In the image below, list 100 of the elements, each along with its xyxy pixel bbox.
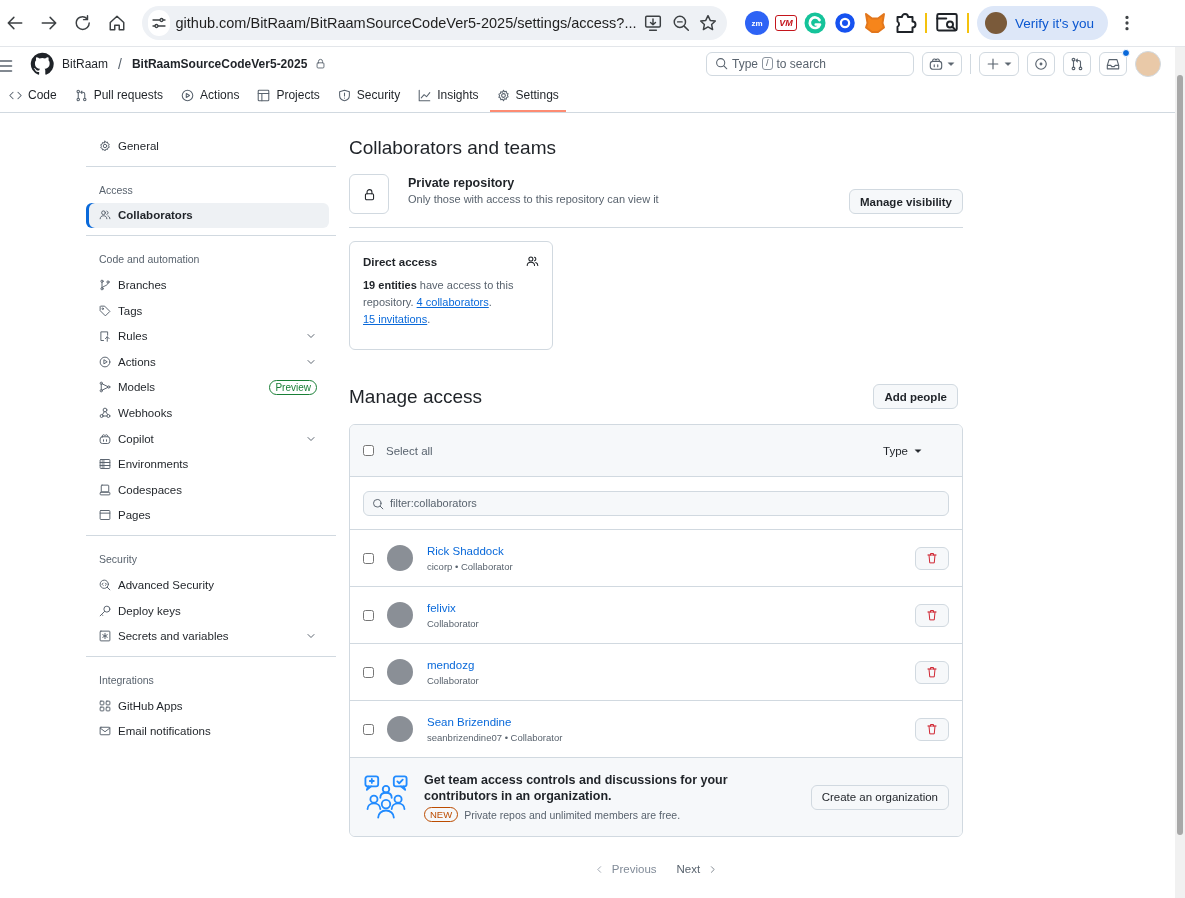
copilot-button[interactable] [922, 51, 962, 76]
team-chat-drawing [364, 775, 408, 819]
extension-icon[interactable]: zm [745, 11, 769, 35]
row-checkbox[interactable] [363, 552, 374, 564]
sidebar-item[interactable]: Pages [86, 502, 329, 529]
repo-tab[interactable]: Code [2, 80, 64, 112]
robot-icon [929, 56, 943, 71]
issues-button[interactable] [1027, 51, 1055, 76]
back-icon[interactable] [6, 14, 24, 32]
manage-visibility-button[interactable]: Manage visibility [848, 189, 963, 214]
remove-button[interactable] [915, 603, 949, 627]
repo-tab[interactable]: Settings [489, 80, 566, 112]
asterisk-icon [99, 630, 111, 643]
sidebar-item[interactable]: Environments [86, 451, 329, 477]
next-page-button[interactable]: Next [672, 863, 722, 875]
zoom-icon[interactable] [671, 14, 690, 32]
site-settings-icon [150, 15, 167, 31]
lock-icon [362, 187, 376, 201]
sidebar-item[interactable]: Branches [86, 272, 329, 298]
sidebar-item[interactable]: Webhooks [86, 400, 329, 426]
sidebar-item[interactable]: Secrets and variables [86, 623, 329, 649]
row-checkbox[interactable] [363, 609, 374, 621]
row-checkbox[interactable] [363, 723, 374, 735]
sidebar-item[interactable]: Models Preview [86, 374, 329, 401]
repo-tab[interactable]: Pull requests [67, 80, 171, 112]
key-icon [99, 604, 111, 617]
create-organization-button[interactable]: Create an organization [810, 784, 949, 810]
reload-icon[interactable] [74, 14, 92, 32]
avatar [387, 602, 413, 628]
table-icon [257, 88, 271, 102]
install-icon[interactable] [644, 14, 663, 32]
scrollbar[interactable] [1175, 47, 1185, 898]
repo-tab[interactable]: Projects [250, 80, 327, 112]
sidebar-item[interactable]: Copilot [86, 425, 329, 452]
pull-requests-button[interactable] [1063, 51, 1091, 76]
remove-button[interactable] [915, 660, 949, 684]
repo-tab[interactable]: Actions [174, 80, 247, 112]
rules-icon [99, 330, 111, 343]
search-icon [372, 497, 384, 510]
member-name-link[interactable]: Sean Brizendine [427, 715, 903, 728]
repo-tab[interactable]: Security [330, 80, 408, 112]
sidebar-item[interactable]: Deploy keys [86, 597, 329, 624]
search-field[interactable]: Type / to search [706, 51, 914, 76]
repo-link[interactable]: BitRaamSourceCodeVer5-2025 [131, 56, 308, 71]
play-icon [181, 88, 195, 102]
url-text: github.com/BitRaam/BitRaamSourceCodeVer5-2025/settings/access?... [175, 15, 637, 31]
trash-icon [926, 552, 938, 564]
text-link[interactable]: 4 collaborators [416, 296, 489, 308]
pull-request-icon [74, 88, 88, 102]
avatar [985, 12, 1007, 34]
caret-icon [914, 446, 922, 455]
select-all-label: Select all [386, 444, 434, 457]
sidebar-item[interactable]: Rules [86, 323, 329, 349]
create-button[interactable] [979, 51, 1019, 76]
pull-request-icon [1070, 56, 1084, 71]
avatar [387, 659, 413, 685]
sidebar-item[interactable]: Actions [86, 348, 329, 375]
trash-icon [926, 723, 938, 735]
extension-icon[interactable] [863, 11, 887, 35]
sidebar-item[interactable]: Advanced Security [86, 572, 329, 598]
branch-icon [99, 279, 111, 291]
sidebar-item[interactable]: GitHub Apps [86, 692, 329, 719]
circle-dot-icon [1034, 56, 1048, 71]
sidebar-item[interactable]: Email notifications [86, 718, 329, 745]
row-checkbox[interactable] [363, 666, 374, 678]
caret-icon [1004, 59, 1012, 68]
repo-tab[interactable]: Insights [411, 80, 486, 112]
gear-icon [99, 139, 111, 152]
cat-logo-icon [30, 51, 54, 76]
remove-button[interactable] [915, 546, 949, 570]
gear-icon [496, 88, 510, 102]
sidebar-item[interactable]: Tags [86, 297, 329, 324]
add-people-button[interactable]: Add people [873, 384, 958, 409]
webhook-icon [99, 406, 111, 419]
path-separator: / [118, 55, 122, 72]
owner-link[interactable]: BitRaam [62, 56, 108, 71]
remove-button[interactable] [915, 717, 949, 741]
section-heading: Code and automation [98, 252, 201, 268]
trash-icon [926, 609, 938, 621]
address-bar[interactable]: github.com/BitRaam/BitRaamSourceCodeVer5-2025/settings/access?... [142, 6, 727, 40]
member-name-link[interactable]: mendozg [427, 658, 903, 671]
sidebar-item[interactable]: Codespaces [86, 476, 329, 503]
extension-icon[interactable] [833, 11, 857, 35]
select-all-checkbox[interactable] [363, 445, 374, 456]
forward-icon[interactable] [40, 14, 58, 32]
star-icon[interactable] [699, 14, 718, 32]
filter-field[interactable]: filter:collaborators [363, 490, 949, 516]
grid-icon [99, 699, 111, 712]
mail-icon [99, 725, 111, 738]
type-filter-button[interactable]: Type [877, 443, 928, 458]
promo-text: Get team access controls and discussions for your contributors in an organization. [424, 772, 729, 804]
member-name-link[interactable]: Rick Shaddock [427, 544, 903, 557]
profile-button[interactable]: Verify it's you [977, 6, 1109, 40]
member-name-link[interactable]: felivix [427, 601, 903, 614]
member-role: seanbrizendine07 • Collaborator [427, 731, 564, 743]
extension-icon[interactable]: VM [775, 15, 797, 31]
home-icon[interactable] [108, 14, 126, 32]
sidebar-item[interactable]: Collaborators [86, 202, 329, 229]
inbox-button[interactable] [1099, 51, 1127, 76]
sidebar-item[interactable]: General [86, 133, 329, 159]
